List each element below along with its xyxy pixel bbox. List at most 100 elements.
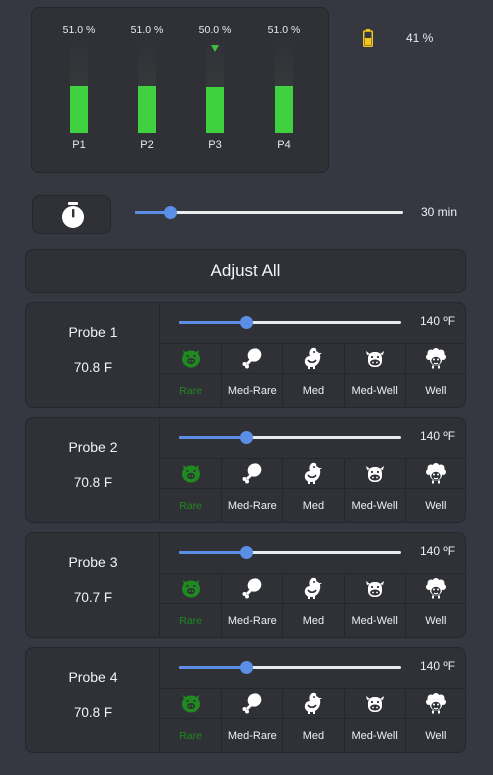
doneness-med-button[interactable]: Med	[282, 344, 344, 408]
doneness-rare-button[interactable]: Rare	[160, 344, 222, 408]
doneness-label: Well	[425, 500, 447, 512]
cow-icon	[365, 351, 384, 367]
probe-target-slider[interactable]	[179, 661, 401, 674]
divider	[283, 603, 344, 604]
timer-button[interactable]	[32, 195, 111, 234]
doneness-label: Med-Well	[351, 730, 398, 742]
probe-temperature: 70.8 F	[73, 360, 113, 375]
divider	[160, 603, 222, 604]
doneness-label: Med-Well	[351, 615, 398, 627]
divider	[405, 603, 466, 604]
doneness-med-rare-button[interactable]: Med-Rare	[221, 344, 283, 408]
probe-target-temp: 140 ºF	[420, 544, 456, 558]
stopwatch-icon	[62, 202, 84, 228]
adjust-all-button[interactable]: Adjust All	[25, 249, 466, 293]
sheep-icon	[425, 578, 446, 599]
bar-fill	[138, 86, 156, 133]
pig-icon	[181, 695, 200, 713]
doneness-med-well-button[interactable]: Med-Well	[343, 344, 405, 408]
bar-name-label: P2	[140, 139, 154, 151]
bar-fill	[275, 86, 293, 133]
doneness-med-rare-button[interactable]: Med-Rare	[221, 574, 283, 638]
divider	[405, 488, 466, 489]
doneness-med-well-button[interactable]: Med-Well	[343, 459, 405, 523]
bar-fill	[70, 86, 88, 133]
doneness-well-button[interactable]: Well	[404, 344, 466, 408]
doneness-label: Well	[425, 615, 447, 627]
bar-p4: 51.0 % P4	[268, 8, 301, 174]
pig-icon	[181, 580, 200, 598]
probe-card-3: Probe 3 70.7 F 140 ºF Rare Med-Rare Med Med…	[25, 532, 466, 638]
bar-track	[275, 41, 293, 133]
probe-temperature: 70.8 F	[73, 475, 113, 490]
divider	[344, 718, 405, 719]
probe-target-temp: 140 ºF	[420, 314, 456, 328]
probe-temperature: 70.7 F	[73, 590, 113, 605]
doneness-rare-button[interactable]: Rare	[160, 459, 222, 523]
sheep-icon	[425, 348, 446, 369]
probe-name: Probe 4	[68, 669, 118, 685]
doneness-selector: Rare Med-Rare Med Med-Well Well	[160, 573, 466, 638]
battery-percent: 41 %	[406, 31, 434, 45]
doneness-well-button[interactable]: Well	[404, 689, 466, 753]
doneness-rare-button[interactable]: Rare	[160, 574, 222, 638]
doneness-well-button[interactable]: Well	[404, 574, 466, 638]
doneness-label: Rare	[179, 615, 202, 627]
probe-target-slider[interactable]	[179, 316, 401, 329]
slider-thumb[interactable]	[239, 316, 253, 329]
divider	[160, 373, 222, 374]
doneness-label: Med-Well	[351, 385, 398, 397]
pig-icon	[181, 350, 200, 368]
divider	[405, 373, 466, 374]
bar-name-label: P3	[208, 139, 222, 151]
bar-percent-label: 51.0 %	[62, 24, 96, 36]
probe-target-slider[interactable]	[179, 431, 401, 444]
doneness-selector: Rare Med-Rare Med Med-Well Well	[160, 688, 466, 753]
doneness-label: Well	[425, 385, 447, 397]
bar-percent-label: 50.0 %	[198, 24, 232, 36]
doneness-rare-button[interactable]: Rare	[160, 689, 222, 753]
doneness-med-rare-button[interactable]: Med-Rare	[221, 459, 283, 523]
doneness-label: Rare	[179, 500, 202, 512]
divider	[222, 718, 283, 719]
doneness-med-well-button[interactable]: Med-Well	[343, 689, 405, 753]
divider	[222, 488, 283, 489]
probe-target-slider[interactable]	[179, 546, 401, 559]
probe-name: Probe 1	[68, 324, 118, 340]
doneness-label: Med	[302, 500, 325, 512]
doneness-med-button[interactable]: Med	[282, 459, 344, 523]
probe-name: Probe 3	[68, 554, 118, 570]
probe-card-2: Probe 2 70.8 F 140 ºF Rare Med-Rare Med Med…	[25, 417, 466, 523]
probe-info: Probe 2 70.8 F	[26, 418, 160, 522]
timer-slider-thumb[interactable]	[163, 206, 177, 219]
doneness-med-rare-button[interactable]: Med-Rare	[221, 689, 283, 753]
probe-target-temp: 140 ºF	[420, 659, 456, 673]
slider-thumb[interactable]	[239, 661, 253, 674]
chicken-icon	[305, 692, 323, 714]
divider	[344, 373, 405, 374]
doneness-well-button[interactable]: Well	[404, 459, 466, 523]
doneness-label: Med	[302, 615, 325, 627]
doneness-label: Med-Rare	[227, 385, 277, 397]
bar-percent-label: 51.0 %	[267, 24, 301, 36]
doneness-label: Med-Rare	[227, 615, 277, 627]
probe-info: Probe 1 70.8 F	[26, 303, 160, 407]
chicken-icon	[305, 577, 323, 599]
cow-icon	[365, 696, 384, 712]
doneness-med-well-button[interactable]: Med-Well	[343, 574, 405, 638]
timer-slider[interactable]	[135, 206, 403, 219]
probe-temperature: 70.8 F	[73, 705, 113, 720]
divider	[160, 488, 222, 489]
doneness-med-button[interactable]: Med	[282, 574, 344, 638]
slider-thumb[interactable]	[239, 546, 253, 559]
bar-track	[138, 41, 156, 133]
chicken-icon	[305, 462, 323, 484]
divider	[405, 718, 466, 719]
timer-value: 30 min	[421, 205, 458, 219]
doneness-med-button[interactable]: Med	[282, 689, 344, 753]
slider-thumb[interactable]	[239, 431, 253, 444]
bar-name-label: P4	[277, 139, 291, 151]
bar-track	[70, 41, 88, 133]
probe-card-4: Probe 4 70.8 F 140 ºF Rare Med-Rare Med Med…	[25, 647, 466, 753]
bar-p2: 51.0 % P2	[131, 8, 164, 174]
